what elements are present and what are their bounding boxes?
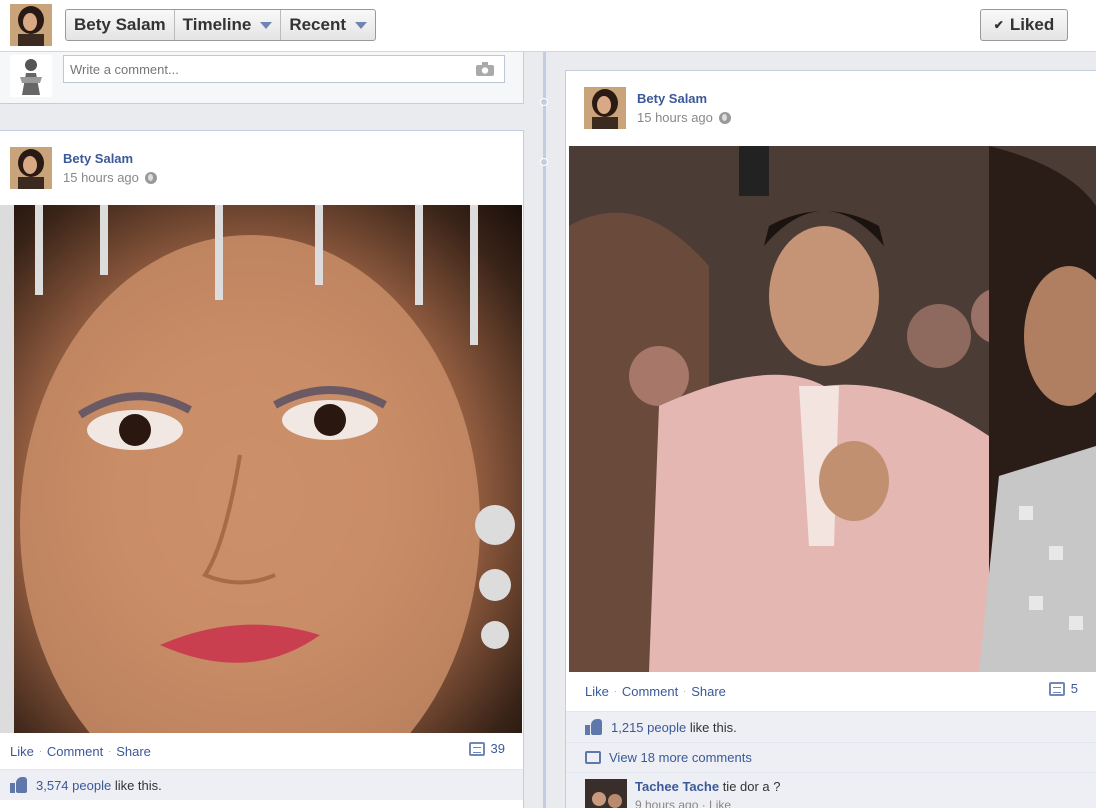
comment-item: Tachee Tache tie dor a ? 9 hours ago · L… [566, 772, 1096, 808]
author-avatar[interactable] [584, 87, 626, 129]
comment-placeholder: Write a comment... [70, 62, 179, 77]
post-photo[interactable] [569, 146, 1096, 672]
comment-link[interactable]: Comment [47, 744, 103, 759]
liked-button[interactable]: ✔ Liked [980, 9, 1068, 41]
comment-count[interactable]: 39 [468, 741, 505, 756]
globe-icon [144, 171, 157, 184]
comment-icon [1048, 681, 1065, 696]
chevron-down-icon [355, 21, 368, 29]
check-icon: ✔ [993, 18, 1004, 32]
thumbs-up-icon [10, 777, 28, 793]
globe-icon [718, 111, 731, 124]
timeline-label: Timeline [182, 15, 252, 34]
spine-dot [540, 98, 548, 106]
recent-label: Recent [289, 15, 347, 34]
time-label: 15 hours ago [637, 110, 713, 125]
comment-body: Tachee Tache tie dor a ? 9 hours ago · L… [635, 779, 781, 808]
user-avatar [10, 55, 52, 97]
comment-link[interactable]: Comment [622, 684, 678, 699]
like-link[interactable]: Like [585, 684, 609, 699]
post-card: Bety Salam 15 hours ago Like · Comment · [565, 70, 1096, 808]
likes-count-link[interactable]: 1,215 people [611, 720, 686, 735]
author-name[interactable]: Bety Salam [63, 151, 133, 166]
timeline-nav: Bety Salam Timeline Recent [65, 9, 377, 41]
comment-text: tie dor a ? [722, 779, 781, 794]
separator: · [38, 746, 42, 756]
liked-label: Liked [1009, 15, 1055, 34]
likes-suffix: like this. [689, 719, 737, 735]
post-photo[interactable] [0, 205, 522, 733]
comment-count-value: 5 [1070, 681, 1078, 696]
top-bar: Bety Salam Timeline Recent ✔ Liked [0, 0, 1096, 52]
recent-dropdown[interactable]: Recent [281, 10, 375, 40]
comment-composer: Write a comment... [0, 52, 524, 104]
post-card: Bety Salam 15 hours ago Like · Comment ·… [0, 130, 524, 808]
author-name[interactable]: Bety Salam [637, 91, 707, 106]
likes-section: 3,574 people like this. [0, 769, 523, 800]
comment-input[interactable]: Write a comment... [63, 55, 505, 83]
profile-name-button[interactable]: Bety Salam [66, 10, 175, 40]
post-actions: Like · Comment · Share [585, 681, 726, 701]
likes-row: 1,215 people like this. [566, 712, 1096, 742]
comment-meta: 9 hours ago · Like [635, 798, 732, 808]
commenter-avatar[interactable] [585, 779, 627, 808]
view-more-row[interactable]: View 18 more comments [566, 742, 1096, 772]
ufi-section: 1,215 people like this. View 18 more com… [566, 711, 1096, 808]
camera-icon[interactable] [476, 62, 494, 79]
separator: · [613, 686, 617, 696]
commenter-name[interactable]: Tachee Tache [635, 779, 719, 794]
profile-name-label: Bety Salam [74, 15, 166, 34]
thumbs-up-icon [585, 719, 603, 735]
share-link[interactable]: Share [691, 684, 726, 699]
separator: · [683, 686, 687, 696]
comment-icon [468, 741, 485, 756]
author-avatar[interactable] [10, 147, 52, 189]
profile-avatar[interactable] [10, 4, 52, 46]
view-more-comments-link[interactable]: View 18 more comments [609, 750, 752, 765]
share-link[interactable]: Share [116, 744, 151, 759]
post-time[interactable]: 15 hours ago [637, 110, 731, 125]
likes-suffix: like this. [114, 777, 162, 793]
separator: · [108, 746, 112, 756]
likes-row: 3,574 people like this. [0, 770, 523, 800]
comment-count[interactable]: 5 [1048, 681, 1078, 696]
likes-count-link[interactable]: 3,574 people [36, 778, 111, 793]
time-label: 15 hours ago [63, 170, 139, 185]
chevron-down-icon [260, 21, 273, 29]
spine-dot [540, 158, 548, 166]
post-time[interactable]: 15 hours ago [63, 170, 157, 185]
comments-icon [585, 751, 601, 764]
timeline-dropdown[interactable]: Timeline [175, 10, 282, 40]
post-actions: Like · Comment · Share [10, 741, 151, 761]
like-link[interactable]: Like [10, 744, 34, 759]
comment-count-value: 39 [490, 741, 505, 756]
